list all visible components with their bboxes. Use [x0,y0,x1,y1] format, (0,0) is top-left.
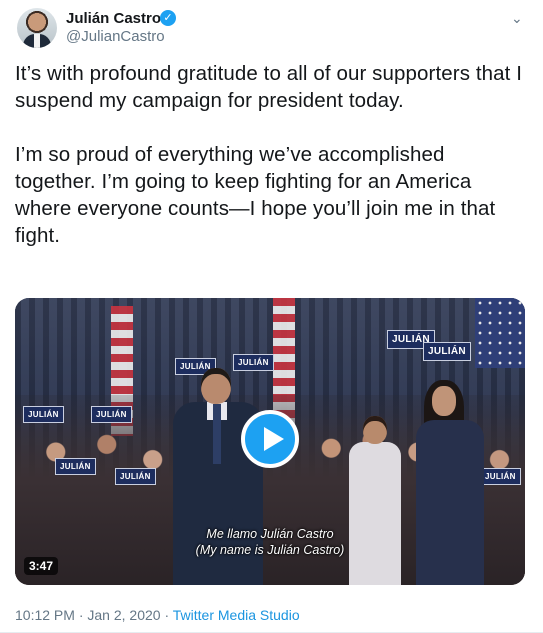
profile-avatar[interactable] [17,8,57,48]
campaign-sign: JULIÁN [23,406,64,423]
avatar-shirt [34,34,40,48]
video-subtitle-line1: Me llamo Julián Castro [206,527,334,541]
verified-badge-icon: ✓ [160,10,176,26]
campaign-sign: JULIÁN [423,342,471,361]
meta-separator: · [160,607,173,623]
campaign-sign: JULIÁN [115,468,156,485]
video-duration: 3:47 [24,557,59,575]
video-subtitle-line2: (My name is Julián Castro) [195,543,345,557]
flag-right [475,298,525,368]
chevron-down-icon[interactable]: ⌄ [511,10,523,27]
tweet-date[interactable]: Jan 2, 2020 [87,607,160,623]
display-name[interactable]: Julián Castro [66,10,161,27]
girl-figure [345,416,405,585]
video-player[interactable]: JULIÁN JULIÁN JULIÁN JULIÁN JULIÁN JULIÁ… [15,298,525,585]
play-icon[interactable] [241,410,299,468]
tweet-metadata: 10:12 PM · Jan 2, 2020 · Twitter Media S… [15,607,300,623]
tweet-source-link[interactable]: Twitter Media Studio [173,607,300,623]
tweet-text: It’s with profound gratitude to all of o… [15,62,523,247]
campaign-sign: JULIÁN [55,458,96,475]
campaign-sign: JULIÁN [91,406,132,423]
tweet-time[interactable]: 10:12 PM [15,607,75,623]
user-handle[interactable]: @JulianCastro [66,28,165,45]
meta-separator: · [74,607,88,623]
